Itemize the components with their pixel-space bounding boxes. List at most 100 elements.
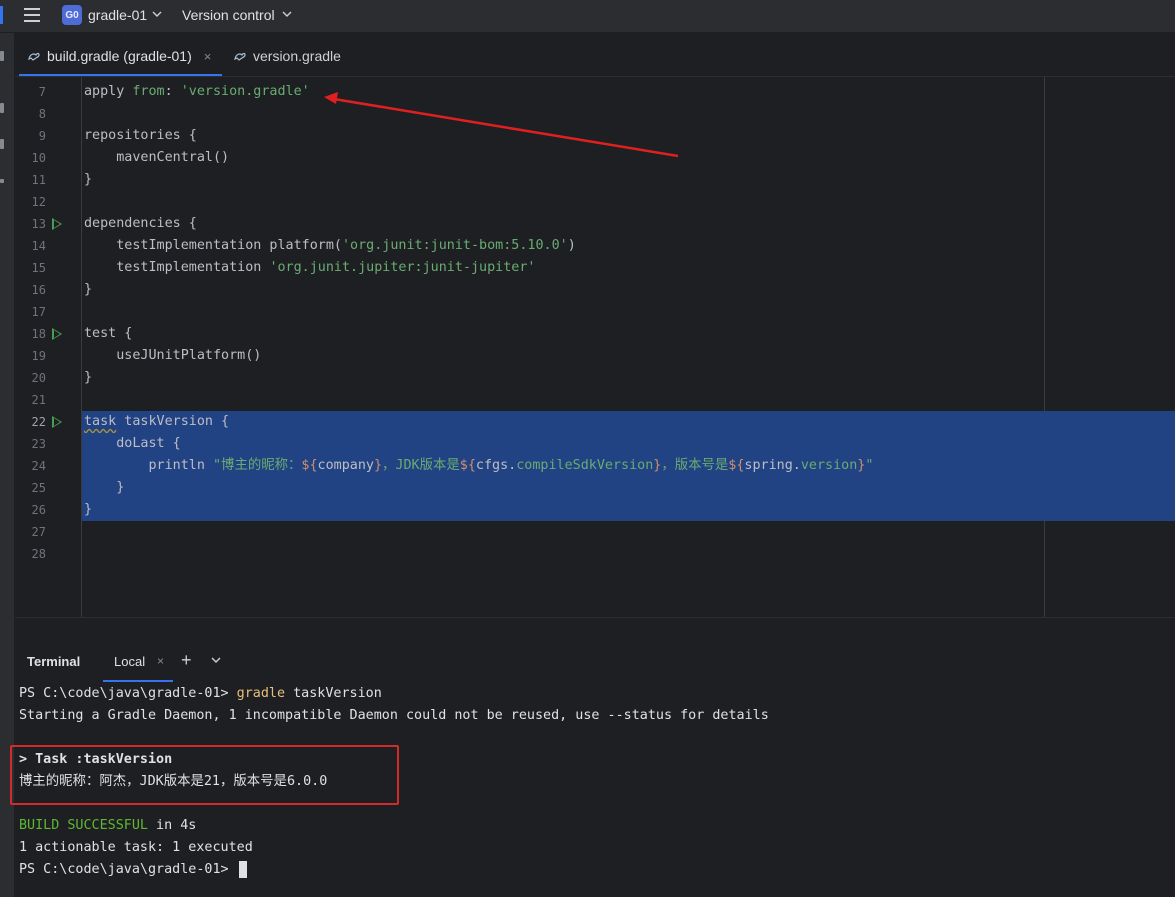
line-number: 15 [31, 261, 46, 275]
chevron-down-icon[interactable] [282, 9, 292, 19]
line-number: 13 [31, 217, 46, 231]
line-number: 23 [31, 437, 46, 451]
run-gutter-icon[interactable] [52, 218, 62, 230]
command-text: gradle [236, 686, 286, 701]
code-token: ${ [728, 458, 745, 473]
line-number: 10 [31, 151, 46, 165]
code-token: version [800, 458, 858, 473]
code-string: " [865, 458, 874, 473]
code-string: 'org.junit:junit-bom:5.10.0' [341, 238, 568, 253]
new-terminal-icon[interactable]: + [181, 650, 192, 671]
line-number: 17 [31, 305, 46, 319]
line-number: 20 [31, 371, 46, 385]
code-token: testImplementation [84, 260, 270, 275]
code-token: taskVersion { [116, 414, 230, 429]
terminal-line: 博主的昵称：阿杰，JDK版本是21，版本号是6.0.0 [19, 774, 328, 789]
terminal-header: Terminal Local × + [15, 642, 1175, 682]
code-line-selected: 22 task taskVersion { [15, 411, 1175, 433]
line-number: 12 [31, 195, 46, 209]
panel-separator[interactable] [15, 617, 1175, 643]
active-tab-indicator [19, 74, 222, 76]
terminal-tab-local[interactable]: Local × [103, 642, 173, 682]
chevron-down-icon[interactable] [210, 654, 222, 666]
selection-highlight [82, 477, 1175, 499]
code-text: dependencies { [84, 216, 197, 231]
tab-build-gradle[interactable]: build.gradle (gradle-01) × [27, 36, 211, 76]
code-line: 13 dependencies { [15, 213, 1175, 235]
tab-label: version.gradle [253, 48, 341, 64]
code-text: } [84, 282, 93, 297]
code-line: 28 [15, 543, 1175, 565]
code-token: testImplementation platform( [84, 238, 342, 253]
main-menu-icon[interactable] [24, 7, 42, 23]
chevron-down-icon[interactable] [152, 9, 162, 19]
terminal-output[interactable]: PS C:\code\java\gradle-01> gradle taskVe… [10, 683, 1175, 897]
code-text: } [84, 370, 93, 385]
code-token: } [373, 458, 383, 473]
line-number: 28 [31, 547, 46, 561]
code-line: 15 testImplementation 'org.junit.jupiter… [15, 257, 1175, 279]
selection-highlight [82, 499, 1175, 521]
code-text: } [84, 480, 125, 495]
structure-tool-icon[interactable] [0, 139, 4, 149]
code-line-selected: 25 } [15, 477, 1175, 499]
version-control-menu[interactable]: Version control [182, 7, 275, 23]
code-line: 27 [15, 521, 1175, 543]
app-indicator [0, 6, 3, 24]
title-bar: G0 gradle-01 Version control [0, 0, 1175, 33]
code-token: task [84, 414, 117, 429]
prompt-text: PS C:\code\java\gradle-01> [19, 686, 237, 701]
terminal-line: PS C:\code\java\gradle-01> gradle taskVe… [19, 683, 382, 705]
code-token: println [84, 458, 213, 473]
terminal-title: Terminal [27, 654, 81, 669]
tab-label: build.gradle (gradle-01) [47, 48, 192, 64]
build-time: in 4s [148, 818, 197, 833]
code-line: 19 useJUnitPlatform() [15, 345, 1175, 367]
code-editor[interactable]: 7 apply from: 'version.gradle' 8 9 repos… [15, 77, 1175, 617]
terminal-line: 1 actionable task: 1 executed [19, 840, 253, 855]
prompt-text: PS C:\code\java\gradle-01> [19, 862, 237, 877]
code-string: "博主的昵称： [213, 458, 302, 473]
code-line: 11 } [15, 169, 1175, 191]
project-badge[interactable]: G0 [62, 5, 82, 25]
text-cursor [238, 860, 247, 878]
terminal-line: Starting a Gradle Daemon, 1 incompatible… [19, 708, 769, 723]
commit-tool-icon[interactable] [0, 103, 4, 113]
project-selector[interactable]: gradle-01 [88, 7, 147, 23]
code-line: 10 mavenCentral() [15, 147, 1175, 169]
line-number: 26 [31, 503, 46, 517]
selection-highlight [82, 433, 1175, 455]
project-tool-icon[interactable] [0, 51, 4, 61]
terminal-line: PS C:\code\java\gradle-01> [19, 859, 247, 881]
run-gutter-icon[interactable] [52, 416, 62, 428]
selection-highlight [82, 411, 1175, 433]
close-icon[interactable]: × [157, 654, 164, 668]
code-line-selected: 24 println "博主的昵称：${company}，JDK版本是${cfg… [15, 455, 1175, 477]
code-line-selected: 23 doLast { [15, 433, 1175, 455]
gradle-icon [27, 49, 41, 63]
line-number: 21 [31, 393, 46, 407]
code-token: company [317, 458, 374, 473]
code-string: 'org.junit.jupiter:junit-jupiter' [269, 260, 536, 275]
more-tools-icon[interactable] [0, 179, 4, 183]
line-number: 19 [31, 349, 46, 363]
code-token: ${ [459, 458, 476, 473]
line-number: 25 [31, 481, 46, 495]
code-token: compileSdkVersion [516, 458, 654, 473]
code-token: apply [84, 84, 125, 99]
active-tab-indicator [103, 680, 173, 682]
tab-version-gradle[interactable]: version.gradle [233, 36, 341, 76]
code-text: mavenCentral() [84, 150, 230, 165]
code-line: 7 apply from: 'version.gradle' [15, 81, 1175, 103]
editor-tab-bar: build.gradle (gradle-01) × version.gradl… [15, 36, 1175, 77]
code-token: ${ [301, 458, 318, 473]
code-string: ，版本号是 [661, 458, 729, 473]
code-text: } [84, 502, 93, 517]
code-line: 9 repositories { [15, 125, 1175, 147]
code-line: 16 } [15, 279, 1175, 301]
code-string: ，JDK版本是 [382, 458, 460, 473]
close-icon[interactable]: × [204, 49, 212, 64]
line-number: 22 [31, 415, 46, 429]
run-gutter-icon[interactable] [52, 328, 62, 340]
line-number: 8 [38, 107, 46, 121]
